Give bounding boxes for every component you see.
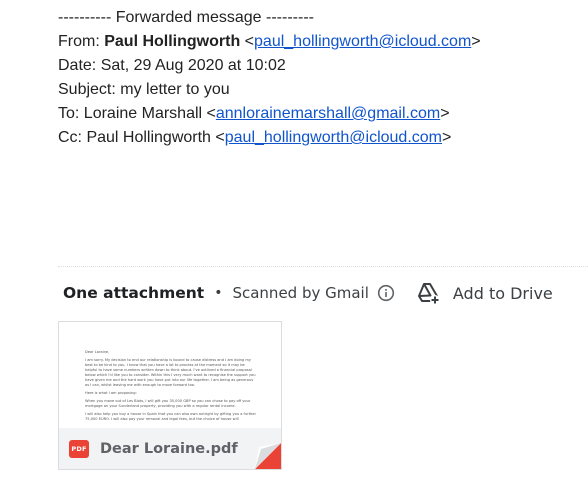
attachments-title: One attachment <box>63 284 205 302</box>
attachment-footer: PDF Dear Loraine.pdf <box>59 428 281 469</box>
to-label: To: Loraine Marshall < <box>58 105 216 122</box>
add-to-drive-icon <box>415 280 441 306</box>
attachments-bar: One attachment • Scanned by Gmail Add to… <box>63 280 553 306</box>
add-to-drive-label: Add to Drive <box>452 283 553 303</box>
scanned-by-gmail-label: Scanned by Gmail <box>232 284 369 302</box>
sender-name: Paul Hollingworth <box>104 33 241 50</box>
add-to-drive-button[interactable]: Add to Drive <box>415 280 553 306</box>
cc-line: Cc: Paul Hollingworth <paul_hollingworth… <box>58 126 481 150</box>
bracket-close: > <box>442 129 452 146</box>
attachment-preview: Dear Loraine, I am sorry. My decision to… <box>59 322 281 428</box>
preview-paragraph: Dear Loraine, <box>85 350 110 354</box>
forwarded-message-banner: ---------- Forwarded message --------- <box>58 9 314 26</box>
from-line: From: Paul Hollingworth <paul_hollingwor… <box>58 30 481 54</box>
date-line: Date: Sat, 29 Aug 2020 at 10:02 <box>58 57 286 74</box>
pdf-file-icon: PDF <box>69 440 89 458</box>
to-line: To: Loraine Marshall <annlorainemarshall… <box>58 102 481 126</box>
preview-paragraph: I am sorry. My decision to end our relat… <box>85 358 256 387</box>
bracket-close: > <box>471 33 481 50</box>
subject-line: Subject: my letter to you <box>58 81 230 98</box>
sender-email-link[interactable]: paul_hollingworth@icloud.com <box>254 33 471 50</box>
attachment-card[interactable]: Dear Loraine, I am sorry. My decision to… <box>58 321 282 470</box>
attachments-divider <box>58 266 588 267</box>
preview-text: Dear Loraine, I am sorry. My decision to… <box>85 350 257 425</box>
preview-paragraph: When you move out of Les Biots, I will g… <box>85 399 251 408</box>
cc-email-link[interactable]: paul_hollingworth@icloud.com <box>225 129 442 146</box>
bracket-close: > <box>440 105 450 122</box>
from-label: From: <box>58 33 105 50</box>
preview-paragraph: Here is what I am proposing: <box>85 391 137 395</box>
separator-dot: • <box>214 285 223 301</box>
cc-label: Cc: Paul Hollingworth < <box>58 129 225 146</box>
preview-paragraph: I will also help you buy a house in Spai… <box>85 412 256 421</box>
pdf-corner-fold-icon <box>255 443 281 469</box>
recipient-email-link[interactable]: annlorainemarshall@gmail.com <box>216 105 440 122</box>
info-icon[interactable] <box>377 284 395 302</box>
forwarded-message-headers: ---------- Forwarded message --------- F… <box>58 6 481 150</box>
attachment-file-name: Dear Loraine.pdf <box>100 441 238 457</box>
bracket-open: < <box>240 33 255 50</box>
